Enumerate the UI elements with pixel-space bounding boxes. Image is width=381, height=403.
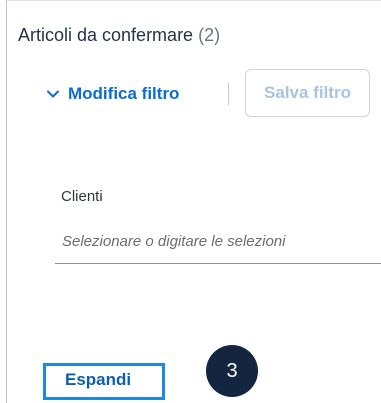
- edit-filter-label: Modifica filtro: [68, 84, 180, 103]
- step-number-badge: 3: [206, 345, 258, 397]
- edit-filter-button[interactable]: Modifica filtro: [46, 70, 179, 118]
- panel-title-text: Articoli da confermare: [18, 25, 194, 45]
- panel-title: Articoli da confermare (2): [18, 25, 220, 46]
- clienti-input[interactable]: Selezionare o digitare le selezioni: [55, 224, 381, 264]
- panel-title-count: (2): [198, 25, 221, 45]
- save-filter-label: Salva filtro: [264, 83, 351, 102]
- chevron-down-icon: [47, 90, 59, 98]
- save-filter-button[interactable]: Salva filtro: [245, 69, 370, 117]
- toolbar-separator: [228, 83, 229, 105]
- clienti-placeholder: Selezionare o digitare le selezioni: [62, 233, 286, 250]
- step-number: 3: [226, 359, 238, 382]
- clienti-label: Clienti: [61, 188, 103, 205]
- expand-button[interactable]: Espandi: [65, 370, 131, 390]
